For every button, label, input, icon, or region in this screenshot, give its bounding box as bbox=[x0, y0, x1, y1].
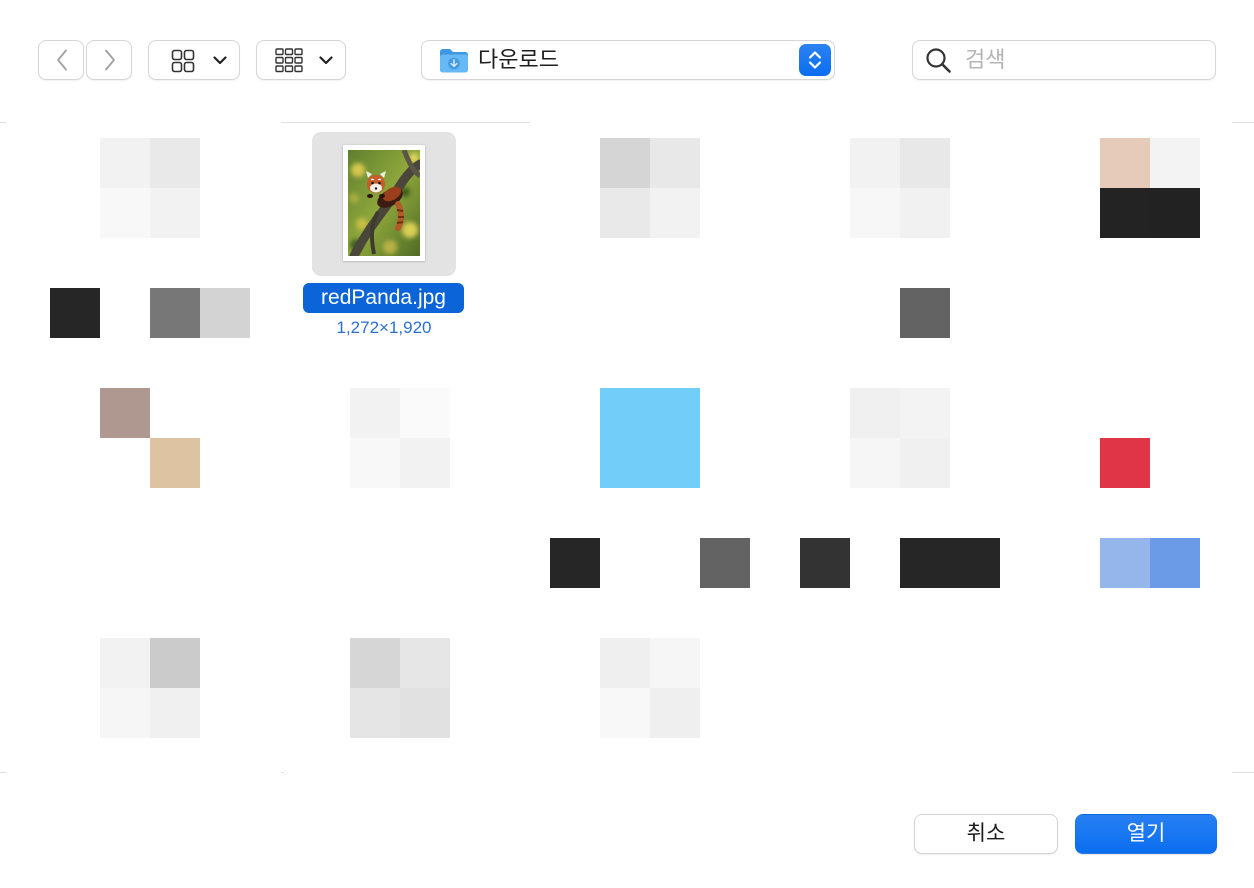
thumbnail-mosaic-block bbox=[600, 688, 650, 738]
file-name-mosaic-block bbox=[550, 538, 600, 588]
thumbnail-mosaic-block bbox=[1150, 138, 1200, 188]
divider bbox=[0, 772, 6, 773]
file-name-mosaic-block bbox=[1100, 538, 1150, 588]
file-name-mosaic-block bbox=[950, 538, 1000, 588]
thumbnail-mosaic-block bbox=[150, 138, 200, 188]
divider bbox=[1232, 772, 1254, 773]
divider bbox=[1232, 122, 1254, 123]
back-button[interactable] bbox=[38, 40, 84, 80]
thumbnail-mosaic-block bbox=[850, 188, 900, 238]
thumbnail-mosaic-block bbox=[100, 138, 150, 188]
thumbnail-mosaic-block bbox=[600, 638, 650, 688]
chevron-down-icon bbox=[319, 56, 333, 65]
file-item[interactable] bbox=[0, 122, 250, 372]
file-name-mosaic-block bbox=[200, 288, 250, 338]
file-name-mosaic-block bbox=[150, 288, 200, 338]
file-name-mosaic-block bbox=[700, 538, 750, 588]
file-thumbnail[interactable] bbox=[343, 145, 425, 261]
thumbnail-mosaic-block bbox=[100, 688, 150, 738]
thumbnail-mosaic-block bbox=[650, 638, 700, 688]
file-item[interactable] bbox=[500, 122, 750, 372]
forward-button[interactable] bbox=[86, 40, 132, 80]
thumbnail-mosaic-block bbox=[650, 138, 700, 188]
thumbnail-mosaic-block bbox=[400, 688, 450, 738]
thumbnail-mosaic-block bbox=[350, 688, 400, 738]
group-by-button[interactable] bbox=[256, 40, 346, 80]
file-item[interactable] bbox=[1000, 372, 1250, 622]
thumbnail-mosaic-block bbox=[1100, 188, 1150, 238]
thumbnail-mosaic-block bbox=[650, 188, 700, 238]
divider bbox=[281, 122, 530, 123]
location-popup[interactable]: 다운로드 bbox=[421, 40, 835, 80]
file-item[interactable] bbox=[500, 622, 750, 772]
red-panda-photo bbox=[348, 150, 420, 256]
search-field[interactable] bbox=[912, 40, 1216, 80]
group-icon bbox=[275, 48, 303, 73]
thumbnail-mosaic-block bbox=[150, 638, 200, 688]
thumbnail-mosaic-block bbox=[1100, 438, 1150, 488]
divider bbox=[0, 122, 6, 123]
divider bbox=[281, 772, 284, 773]
thumbnail-mosaic-block bbox=[400, 388, 450, 438]
file-name-mosaic-block bbox=[900, 288, 950, 338]
view-mode-button[interactable] bbox=[148, 40, 240, 80]
downloads-folder-icon bbox=[440, 49, 468, 73]
thumbnail-mosaic-block bbox=[900, 438, 950, 488]
thumbnail-mosaic-block bbox=[350, 438, 400, 488]
open-button[interactable]: 열기 bbox=[1075, 814, 1217, 854]
thumbnail-mosaic-block bbox=[900, 188, 950, 238]
chevron-down-icon bbox=[213, 56, 227, 65]
thumbnail-mosaic-block bbox=[400, 438, 450, 488]
location-stepper[interactable] bbox=[799, 44, 831, 76]
thumbnail-mosaic-block bbox=[350, 638, 400, 688]
thumbnail-mosaic-block bbox=[850, 138, 900, 188]
file-item-selected[interactable]: redPanda.jpg 1,272×1,920 bbox=[250, 122, 500, 372]
thumbnail-mosaic-block bbox=[100, 638, 150, 688]
file-name-mosaic-block bbox=[800, 538, 850, 588]
thumbnail-mosaic-block bbox=[600, 438, 650, 488]
file-name-mosaic-block bbox=[50, 288, 100, 338]
thumbnail-mosaic-block bbox=[100, 188, 150, 238]
chevron-left-icon bbox=[57, 49, 67, 71]
thumbnail-mosaic-block bbox=[400, 638, 450, 688]
thumbnail-mosaic-block bbox=[1100, 138, 1150, 188]
thumbnail-mosaic-block bbox=[850, 438, 900, 488]
file-item[interactable] bbox=[0, 372, 250, 622]
file-item[interactable] bbox=[500, 372, 750, 622]
thumbnail-mosaic-block bbox=[350, 388, 400, 438]
file-name-mosaic-block bbox=[900, 538, 950, 588]
thumbnail-mosaic-block bbox=[150, 688, 200, 738]
file-item[interactable] bbox=[250, 622, 500, 772]
thumbnail-mosaic-block bbox=[650, 388, 700, 438]
thumbnail-mosaic-block bbox=[600, 388, 650, 438]
thumbnail-mosaic-block bbox=[900, 388, 950, 438]
file-name[interactable]: redPanda.jpg bbox=[303, 283, 464, 313]
location-label: 다운로드 bbox=[478, 47, 559, 72]
chevron-right-icon bbox=[105, 49, 115, 71]
up-down-chevron-icon bbox=[808, 51, 822, 69]
file-name-mosaic-block bbox=[1150, 538, 1200, 588]
thumbnail-mosaic-block bbox=[600, 138, 650, 188]
thumbnail-mosaic-block bbox=[150, 438, 200, 488]
thumbnail-mosaic-block bbox=[600, 188, 650, 238]
thumbnail-mosaic-block bbox=[900, 138, 950, 188]
thumbnail-mosaic-block bbox=[650, 438, 700, 488]
thumbnail-mosaic-block bbox=[1150, 188, 1200, 238]
thumbnail-mosaic-block bbox=[650, 688, 700, 738]
search-icon bbox=[926, 48, 951, 73]
search-input[interactable] bbox=[965, 41, 1205, 79]
thumbnail-mosaic-block bbox=[850, 388, 900, 438]
file-item[interactable] bbox=[0, 622, 250, 772]
thumbnail-mosaic-block bbox=[100, 388, 150, 438]
file-grid: redPanda.jpg 1,272×1,920 bbox=[0, 122, 1254, 772]
file-item[interactable] bbox=[750, 372, 1000, 622]
thumbnail-mosaic-block bbox=[150, 188, 200, 238]
file-item[interactable] bbox=[1000, 122, 1250, 372]
icon-view-icon bbox=[171, 49, 195, 73]
file-item[interactable] bbox=[750, 122, 1000, 372]
file-dimensions: 1,272×1,920 bbox=[336, 318, 432, 337]
file-item[interactable] bbox=[250, 372, 500, 622]
cancel-button[interactable]: 취소 bbox=[914, 814, 1058, 854]
